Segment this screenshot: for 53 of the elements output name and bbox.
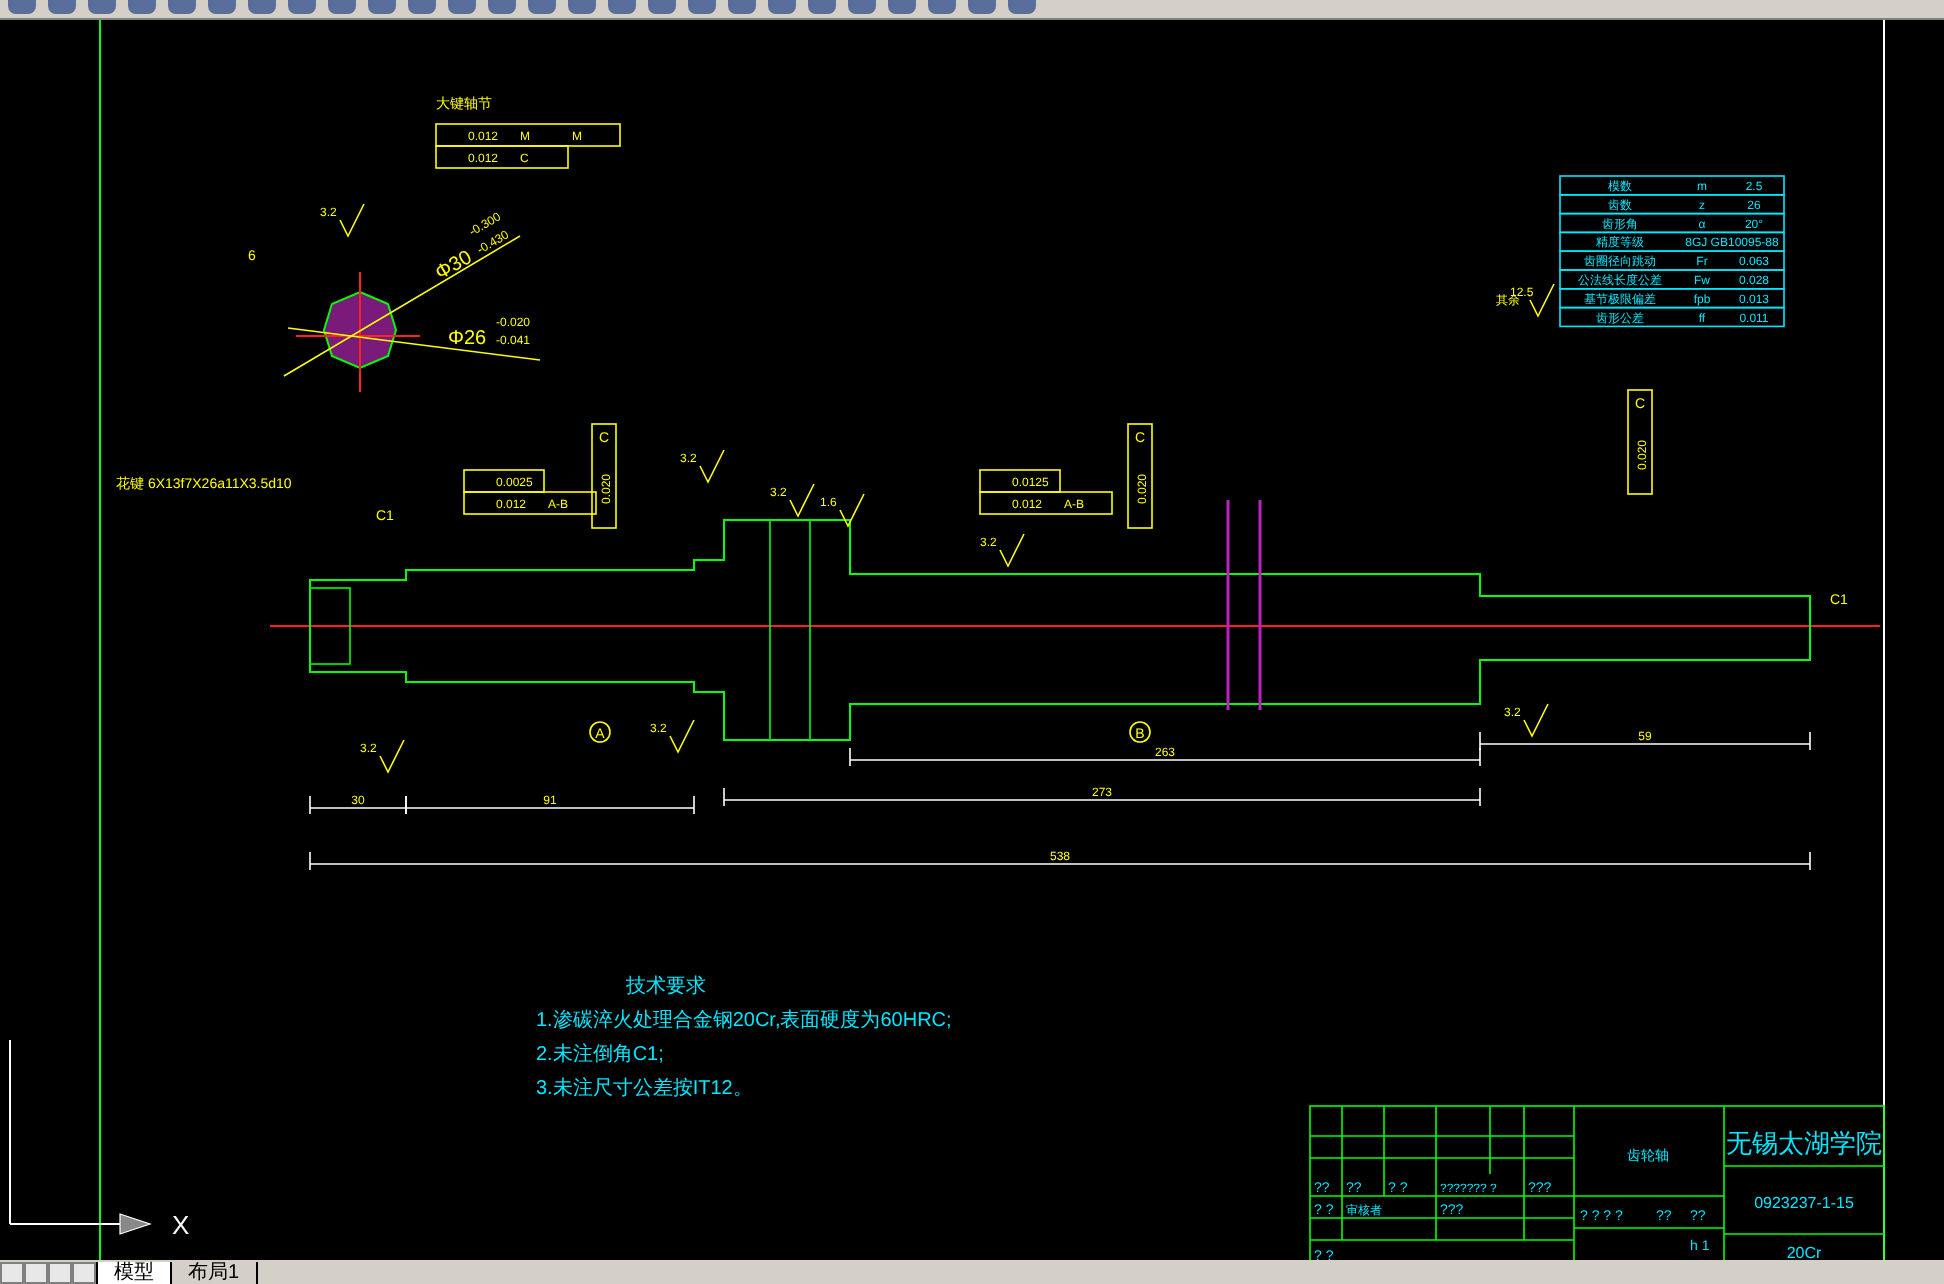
toolbar-tool-icon[interactable] bbox=[288, 0, 316, 14]
toolbar-tool-icon[interactable] bbox=[608, 0, 636, 14]
school-name: 无锡太湖学院 bbox=[1726, 1128, 1882, 1158]
dimension-text: Φ30 bbox=[432, 247, 477, 286]
toolbar-tool-icon[interactable] bbox=[768, 0, 796, 14]
roughness-symbol-icon bbox=[999, 533, 1025, 568]
drawing-number: 0923237-1-15 bbox=[1754, 1194, 1854, 1212]
toolbar-tool-icon[interactable] bbox=[88, 0, 116, 14]
roughness-symbol-icon bbox=[339, 203, 365, 238]
layout-tab[interactable]: 模型 bbox=[96, 1262, 172, 1284]
axis-label: X bbox=[172, 1210, 190, 1240]
dimension-text: Φ26 bbox=[448, 328, 487, 350]
toolbar-tool-icon[interactable] bbox=[648, 0, 676, 14]
ucs-axis-icon bbox=[9, 1039, 152, 1235]
toolbar-tool-icon[interactable] bbox=[808, 0, 836, 14]
toolbar-tool-icon[interactable] bbox=[728, 0, 756, 14]
requirement-line: 2.未注倒角C1; bbox=[536, 1044, 664, 1066]
datum-frame bbox=[1127, 423, 1153, 529]
requirement-line: 3.未注尺寸公差按IT12。 bbox=[536, 1078, 753, 1100]
toolbar-tool-icon[interactable] bbox=[408, 0, 436, 14]
toolbar-tool-icon[interactable] bbox=[488, 0, 516, 14]
toolbar-tool-icon[interactable] bbox=[448, 0, 476, 14]
toolbar-tool-icon[interactable] bbox=[568, 0, 596, 14]
toolbar-tool-icon[interactable] bbox=[48, 0, 76, 14]
toolbar-tool-icon[interactable] bbox=[328, 0, 356, 14]
toolbar-tool-icon[interactable] bbox=[888, 0, 916, 14]
toolbar-tool-icon[interactable] bbox=[528, 0, 556, 14]
requirement-line: 1.渗碳淬火处理合金钢20Cr,表面硬度为60HRC; bbox=[536, 1010, 952, 1032]
datum-frame bbox=[591, 423, 617, 529]
toolbar-tool-icon[interactable] bbox=[688, 0, 716, 14]
toolbar-tool-icon[interactable] bbox=[1008, 0, 1036, 14]
roughness-symbol-icon bbox=[789, 483, 815, 518]
toolbar-tool-icon[interactable] bbox=[248, 0, 276, 14]
toolbar-tool-icon[interactable] bbox=[128, 0, 156, 14]
toolbar-tool-icon[interactable] bbox=[208, 0, 236, 14]
roughness-symbol-icon bbox=[669, 719, 695, 754]
toolbar-tool-icon[interactable] bbox=[928, 0, 956, 14]
toolbar-tool-icon[interactable] bbox=[368, 0, 396, 14]
roughness-symbol-icon bbox=[839, 493, 865, 528]
toolbar-tool-icon[interactable] bbox=[168, 0, 196, 14]
material-text: 20Cr bbox=[1786, 1244, 1822, 1260]
datum-frame bbox=[1627, 389, 1653, 495]
roughness-symbol-icon bbox=[1529, 283, 1555, 318]
roughness-symbol-icon bbox=[699, 449, 725, 484]
toolbar-tool-icon[interactable] bbox=[848, 0, 876, 14]
roughness-symbol-icon bbox=[379, 739, 405, 774]
datum-circle bbox=[589, 721, 611, 743]
datum-circle bbox=[1129, 721, 1151, 743]
tolerance-frame bbox=[435, 145, 569, 169]
roughness-symbol-icon bbox=[1523, 703, 1549, 738]
toolbar-tool-icon[interactable] bbox=[968, 0, 996, 14]
requirements-title: 技术要求 bbox=[626, 976, 706, 998]
toolbar-tool-icon[interactable] bbox=[8, 0, 36, 14]
